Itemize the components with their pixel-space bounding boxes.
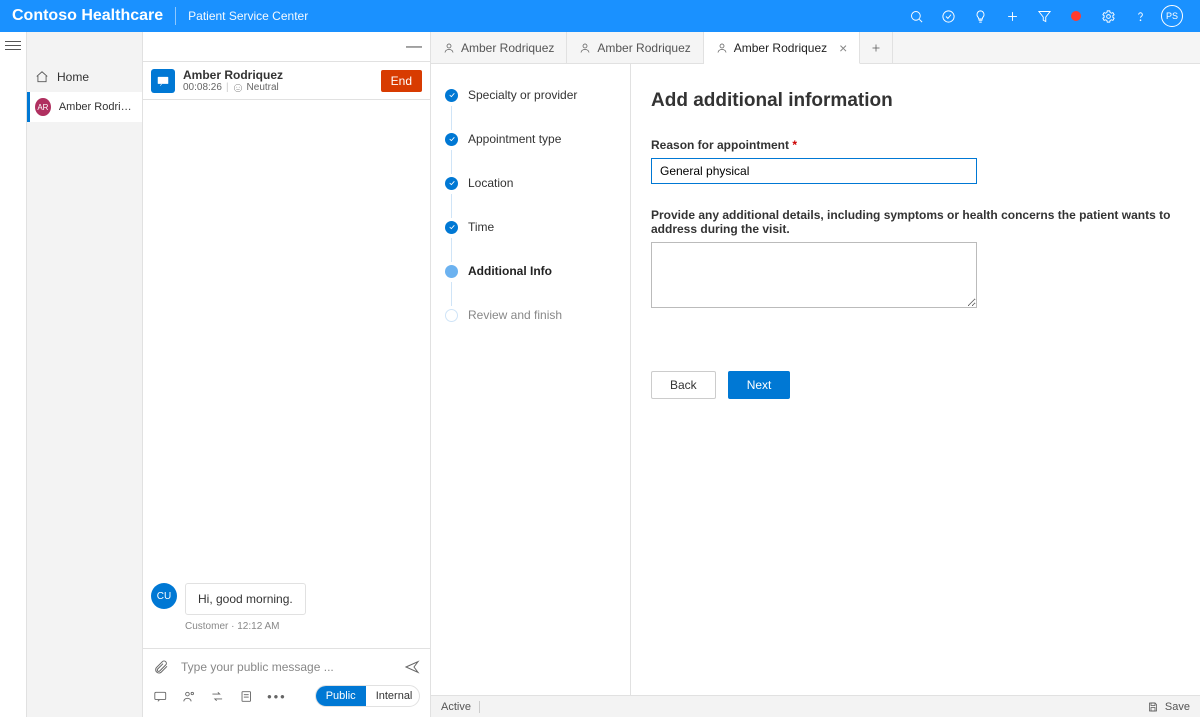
task-icon[interactable] — [932, 0, 964, 32]
compose-input[interactable] — [179, 659, 394, 675]
status-active: Active — [441, 701, 471, 713]
step-specialty[interactable]: Specialty or provider — [445, 84, 616, 106]
nav-session-active[interactable]: AR Amber Rodriquez — [27, 92, 142, 122]
step-location[interactable]: Location — [445, 172, 616, 194]
filter-icon[interactable] — [1028, 0, 1060, 32]
compose-row — [143, 648, 430, 675]
more-icon[interactable]: ••• — [267, 689, 287, 704]
hamburger-icon[interactable] — [5, 38, 21, 52]
visibility-toggle[interactable]: Public Internal — [315, 685, 420, 707]
record-icon[interactable] — [1060, 0, 1092, 32]
add-icon[interactable] — [996, 0, 1028, 32]
conversation-sentiment: Neutral — [247, 82, 279, 93]
next-button[interactable]: Next — [728, 371, 791, 399]
settings-icon[interactable] — [1092, 0, 1124, 32]
form-title: Add additional information — [651, 90, 1180, 112]
attachment-icon[interactable] — [153, 659, 169, 675]
notes-icon[interactable] — [239, 689, 254, 704]
conversation-header: Amber Rodriquez 00:08:26 | Neutral End — [143, 62, 430, 100]
help-icon[interactable] — [1124, 0, 1156, 32]
end-conversation-button[interactable]: End — [381, 70, 422, 92]
search-icon[interactable] — [900, 0, 932, 32]
close-tab-icon[interactable]: × — [839, 40, 847, 56]
conversation-transcript: CU Hi, good morning. Customer · 12:12 AM — [143, 100, 430, 648]
transfer-icon[interactable] — [210, 689, 225, 704]
customer-message: Hi, good morning. — [185, 583, 306, 615]
conversation-panel: — Amber Rodriquez 00:08:26 | Neutral End… — [143, 32, 431, 717]
minimize-convo-icon[interactable]: — — [406, 38, 422, 56]
app-name: Patient Service Center — [188, 9, 308, 23]
session-name: Amber Rodriquez — [59, 101, 134, 113]
brand-name: Contoso Healthcare — [12, 7, 163, 25]
mini-rail — [0, 32, 27, 717]
visibility-internal[interactable]: Internal — [366, 686, 420, 706]
status-bar: Active Save — [431, 695, 1200, 717]
quick-reply-icon[interactable] — [153, 689, 168, 704]
work-area: Amber Rodriquez Amber Rodriquez Amber Ro… — [431, 32, 1200, 717]
tab-strip: Amber Rodriquez Amber Rodriquez Amber Ro… — [431, 32, 1200, 64]
lightbulb-icon[interactable] — [964, 0, 996, 32]
reason-input[interactable] — [651, 158, 977, 184]
details-label: Provide any additional details, includin… — [651, 208, 1180, 236]
sentiment-icon — [233, 83, 243, 93]
tab-patient-2[interactable]: Amber Rodriquez — [567, 32, 703, 63]
save-button[interactable]: Save — [1147, 701, 1190, 713]
global-header: Contoso Healthcare Patient Service Cente… — [0, 0, 1200, 32]
conversation-title: Amber Rodriquez — [183, 68, 373, 82]
customer-avatar: CU — [151, 583, 177, 609]
visibility-public[interactable]: Public — [316, 686, 366, 706]
form-area: Add additional information Reason for ap… — [631, 64, 1200, 695]
consult-icon[interactable] — [182, 689, 197, 704]
tab-patient-1[interactable]: Amber Rodriquez — [431, 32, 567, 63]
step-additional-info[interactable]: Additional Info — [445, 260, 616, 282]
step-time[interactable]: Time — [445, 216, 616, 238]
message-meta: Customer · 12:12 AM — [185, 621, 422, 632]
details-textarea[interactable] — [651, 242, 977, 308]
step-review[interactable]: Review and finish — [445, 304, 616, 326]
step-appointment-type[interactable]: Appointment type — [445, 128, 616, 150]
chat-channel-icon — [151, 69, 175, 93]
user-avatar[interactable]: PS — [1156, 0, 1188, 32]
reason-label: Reason for appointment * — [651, 138, 1180, 152]
nav-home-label: Home — [57, 70, 89, 84]
conversation-timer: 00:08:26 — [183, 82, 222, 93]
send-icon[interactable] — [404, 659, 420, 675]
nav-home[interactable]: Home — [27, 62, 142, 92]
back-button[interactable]: Back — [651, 371, 716, 399]
tab-patient-active[interactable]: Amber Rodriquez × — [704, 32, 861, 64]
add-tab-button[interactable] — [860, 32, 893, 63]
brand-separator — [175, 7, 176, 25]
wizard-stepper: Specialty or provider Appointment type L… — [431, 64, 631, 695]
compose-toolbar: ••• Public Internal — [143, 675, 430, 717]
session-nav: Home AR Amber Rodriquez — [27, 32, 143, 717]
session-avatar: AR — [35, 98, 51, 116]
